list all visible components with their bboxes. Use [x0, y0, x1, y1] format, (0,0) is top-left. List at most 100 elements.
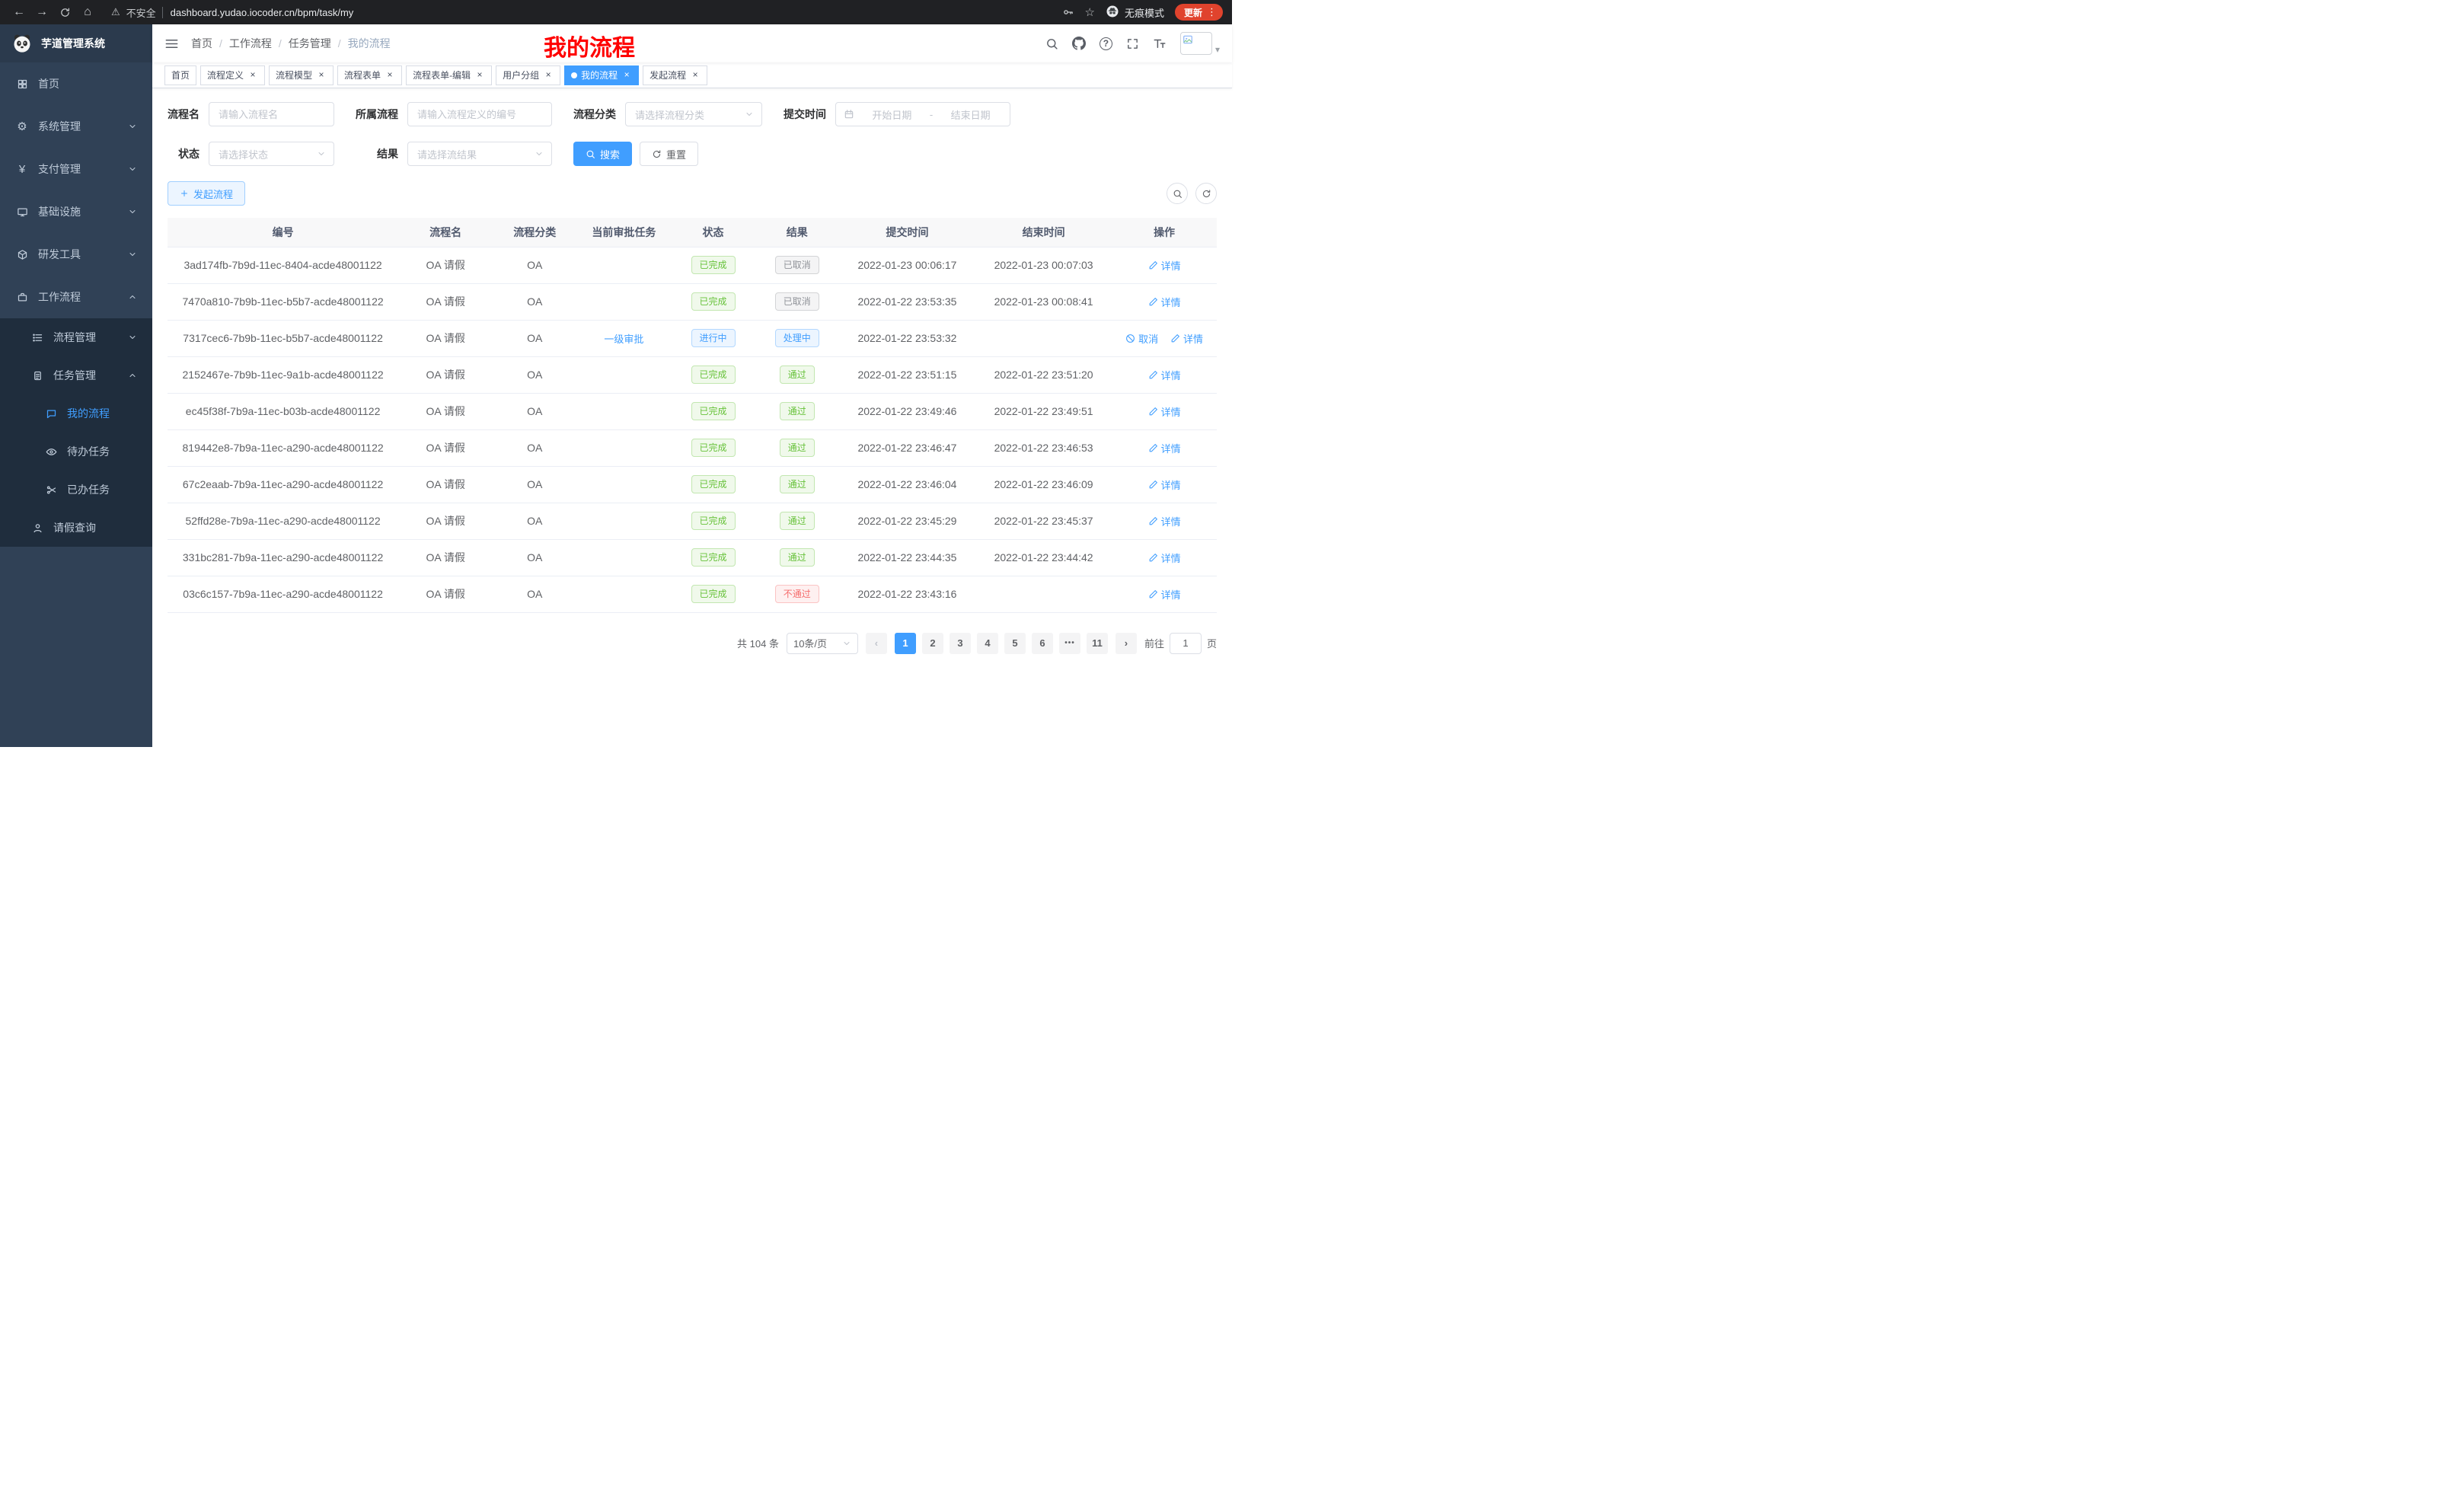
search-icon[interactable] [1045, 37, 1058, 50]
sidebar-item-process-mgmt[interactable]: 流程管理 [0, 318, 152, 356]
tab-close-icon[interactable]: × [621, 70, 632, 81]
detail-action[interactable]: 详情 [1148, 295, 1181, 309]
page-number-button[interactable]: 4 [977, 633, 998, 654]
github-icon[interactable] [1072, 37, 1086, 50]
goto-page-input[interactable] [1170, 633, 1202, 654]
page-number-button[interactable]: 1 [895, 633, 916, 654]
end-time-cell: 2022-01-22 23:49:51 [975, 393, 1112, 429]
sidebar-item-payment[interactable]: ¥ 支付管理 [0, 148, 152, 190]
tab[interactable]: 流程表单 × [337, 65, 402, 85]
reload-icon[interactable] [55, 2, 75, 22]
page-size-select[interactable]: 10条/页 [787, 633, 858, 654]
tab-close-icon[interactable]: × [690, 70, 701, 81]
url-text[interactable]: dashboard.yudao.iocoder.cn/bpm/task/my [162, 7, 354, 18]
monitor-icon [15, 206, 29, 218]
detail-action[interactable]: 详情 [1148, 551, 1181, 565]
tab-close-icon[interactable]: × [385, 70, 395, 81]
address-bar[interactable]: ⚠ 不安全 dashboard.yudao.iocoder.cn/bpm/tas… [111, 5, 1059, 20]
breadcrumb-item[interactable]: 我的流程 [348, 36, 391, 51]
home-icon[interactable]: ⌂ [78, 2, 97, 22]
category-cell: OA [493, 576, 576, 612]
status-select[interactable]: 请选择状态 [209, 142, 334, 166]
update-button[interactable]: 更新 ⋮ [1175, 4, 1223, 21]
column-header: 提交时间 [839, 218, 975, 247]
page-number-button[interactable]: 3 [950, 633, 971, 654]
breadcrumb-item[interactable]: 工作流程 [229, 36, 289, 51]
sidebar-item-leave-query[interactable]: 请假查询 [0, 509, 152, 547]
sidebar-item-home[interactable]: 首页 [0, 62, 152, 105]
sidebar-item-todo-tasks[interactable]: 待办任务 [0, 433, 152, 471]
start-process-button[interactable]: 发起流程 [168, 181, 245, 206]
tab[interactable]: 流程表单-编辑 × [406, 65, 492, 85]
detail-action[interactable]: 详情 [1148, 368, 1181, 382]
search-toggle-button[interactable] [1167, 183, 1188, 204]
detail-label: 详情 [1161, 587, 1181, 602]
breadcrumb-item[interactable]: 首页 [191, 36, 229, 51]
process-def-input[interactable] [407, 102, 552, 126]
tab-close-icon[interactable]: × [474, 70, 485, 81]
detail-action[interactable]: 详情 [1170, 331, 1203, 346]
tab[interactable]: 用户分组 × [496, 65, 560, 85]
detail-action[interactable]: 详情 [1148, 258, 1181, 273]
sidebar-item-task-mgmt[interactable]: 任务管理 [0, 356, 152, 394]
tab-label: 首页 [171, 69, 190, 81]
filter-row-2: 状态 请选择状态 结果 请选择流结果 [168, 142, 1217, 166]
sidebar-item-infra[interactable]: 基础设施 [0, 190, 152, 233]
tab[interactable]: 流程定义 × [200, 65, 265, 85]
page-number-button[interactable]: 11 [1087, 633, 1108, 654]
page-number-button[interactable]: 5 [1004, 633, 1026, 654]
user-avatar[interactable]: ▾ [1180, 32, 1220, 55]
sidebar-item-system[interactable]: ⚙ 系统管理 [0, 105, 152, 148]
result-select[interactable]: 请选择流结果 [407, 142, 552, 166]
sidebar-item-done-tasks[interactable]: 已办任务 [0, 471, 152, 509]
hamburger-icon[interactable] [164, 37, 179, 51]
tab-label: 我的流程 [581, 69, 618, 81]
category-select[interactable]: 请选择流程分类 [625, 102, 762, 126]
tab-close-icon[interactable]: × [316, 70, 327, 81]
back-icon[interactable]: ← [9, 2, 29, 22]
cancel-action[interactable]: 取消 [1125, 331, 1158, 346]
tab[interactable]: 流程模型 × [269, 65, 334, 85]
key-icon[interactable] [1062, 6, 1074, 18]
status-cell: 已完成 [671, 283, 755, 320]
next-page-button[interactable]: › [1116, 633, 1137, 654]
process-name-input[interactable] [209, 102, 334, 126]
search-button[interactable]: 搜索 [573, 142, 632, 166]
font-size-icon[interactable] [1153, 37, 1167, 50]
tab[interactable]: 我的流程 × [564, 65, 639, 85]
menu-kebab-icon[interactable]: ⋮ [1207, 6, 1217, 18]
prev-page-button[interactable]: ‹ [866, 633, 887, 654]
detail-action[interactable]: 详情 [1148, 477, 1181, 492]
page-number-button[interactable]: 6 [1032, 633, 1053, 654]
forward-icon[interactable]: → [32, 2, 52, 22]
fullscreen-icon[interactable] [1126, 37, 1139, 50]
column-header: 结果 [755, 218, 839, 247]
breadcrumb-item[interactable]: 任务管理 [289, 36, 348, 51]
detail-action[interactable]: 详情 [1148, 587, 1181, 602]
tab[interactable]: 首页 [164, 65, 196, 85]
clipboard-icon [30, 370, 44, 381]
tab[interactable]: 发起流程 × [643, 65, 707, 85]
detail-action[interactable]: 详情 [1148, 404, 1181, 419]
tab-close-icon[interactable]: × [247, 70, 258, 81]
help-icon[interactable]: ? [1100, 37, 1112, 50]
reset-button[interactable]: 重置 [640, 142, 698, 166]
sidebar-item-devtools[interactable]: 研发工具 [0, 233, 152, 276]
star-icon[interactable]: ☆ [1085, 5, 1095, 19]
question-glyph: ? [1100, 37, 1112, 50]
detail-action[interactable]: 详情 [1148, 441, 1181, 455]
sidebar-item-workflow[interactable]: 工作流程 [0, 276, 152, 318]
tab-close-icon[interactable]: × [543, 70, 554, 81]
end-time-cell: 2022-01-22 23:51:20 [975, 356, 1112, 393]
current-task-cell [576, 466, 671, 503]
detail-action[interactable]: 详情 [1148, 514, 1181, 528]
current-task-link[interactable]: 一级审批 [604, 331, 643, 346]
page-number-button[interactable]: 2 [922, 633, 943, 654]
submit-time-range-picker[interactable]: 开始日期 - 结束日期 [835, 102, 1010, 126]
page-number-button[interactable]: ••• [1059, 633, 1080, 654]
table-row: 819442e8-7b9a-11ec-a290-acde48001122 OA … [168, 429, 1217, 466]
sidebar-item-my-process[interactable]: 我的流程 [0, 394, 152, 433]
refresh-button[interactable] [1195, 183, 1217, 204]
detail-label: 详情 [1161, 295, 1181, 309]
submit-time-cell: 2022-01-22 23:51:15 [839, 356, 975, 393]
